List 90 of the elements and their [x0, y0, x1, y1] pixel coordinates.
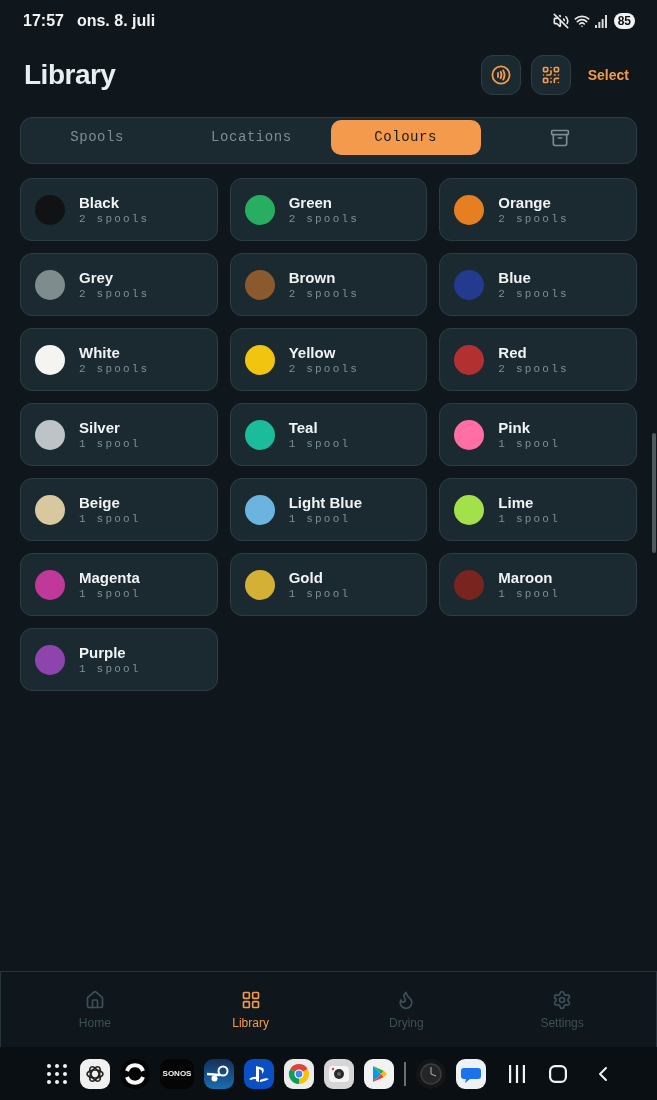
date-text: ons. 8. juli [76, 11, 156, 31]
camera-app-icon[interactable] [324, 1058, 354, 1089]
scan-tag-button[interactable] [480, 55, 521, 95]
colour-card[interactable]: Black 2 spools [20, 178, 218, 241]
archive-icon [549, 127, 570, 148]
spool-count: 2 spools [79, 286, 150, 301]
colour-name: Pink [498, 418, 531, 437]
colour-name: Silver [79, 418, 121, 437]
spool-count: 1 spool [288, 511, 352, 526]
spool-count: 1 spool [79, 436, 141, 451]
spool-count: 1 spool [498, 511, 560, 526]
qr-code-button[interactable] [530, 55, 571, 95]
colour-card[interactable]: Silver 1 spool [20, 403, 218, 466]
spool-count: 2 spools [79, 361, 150, 376]
colour-card[interactable]: Purple 1 spool [20, 628, 218, 691]
qr-code-icon [540, 65, 561, 85]
colour-card[interactable]: Teal 1 spool [229, 403, 428, 466]
wordmark-app-button[interactable]: SONOS [160, 1058, 194, 1089]
battery-percentage: 85 [613, 13, 635, 29]
colour-card[interactable]: Green 2 spools [229, 178, 428, 241]
spool-count: 1 spool [79, 661, 141, 676]
chat-bubble-app-icon[interactable] [456, 1058, 486, 1089]
tab[interactable]: Locations [176, 120, 327, 155]
colour-card[interactable]: Light Blue 1 spool [229, 478, 428, 541]
colour-name: Red [498, 343, 528, 362]
colour-card[interactable]: Maroon 1 spool [439, 553, 637, 616]
clock-time: 17:57 [23, 11, 64, 31]
colour-name: Green [288, 193, 333, 212]
emblem-app-icon[interactable] [244, 1058, 274, 1089]
colour-name: White [79, 343, 121, 362]
spool-count: 1 spool [79, 586, 141, 601]
segmented-circle-app-icon[interactable] [284, 1058, 314, 1089]
apps-grid-icon[interactable] [47, 1063, 67, 1084]
tab[interactable]: Spools [22, 120, 173, 155]
spool-count: 2 spools [288, 361, 360, 376]
colour-card[interactable]: Yellow 2 spools [229, 328, 428, 391]
colour-name: Magenta [79, 568, 141, 587]
colour-card[interactable]: Brown 2 spools [229, 253, 428, 316]
settings-icon [552, 989, 573, 1010]
spool-count: 1 spool [498, 436, 560, 451]
colour-name: Gold [288, 568, 324, 587]
atom-app-icon[interactable] [80, 1058, 110, 1089]
colour-card[interactable]: Pink 1 spool [439, 403, 637, 466]
colour-name: Yellow [288, 343, 337, 362]
recent-apps-icon[interactable] [509, 1064, 525, 1083]
ring-app-icon[interactable] [120, 1058, 150, 1089]
spool-count: 1 spool [498, 586, 560, 601]
colour-name: Orange [498, 193, 552, 212]
colour-card[interactable]: Orange 2 spools [439, 178, 637, 241]
colour-name: Teal [288, 418, 319, 437]
spool-count: 2 spools [498, 211, 569, 226]
colour-card[interactable]: Magenta 1 spool [20, 553, 218, 616]
colour-card[interactable]: Lime 1 spool [439, 478, 637, 541]
colour-card[interactable]: Red 2 spools [439, 328, 637, 391]
colour-name: Black [79, 193, 121, 212]
spool-count: 2 spools [498, 286, 569, 301]
colour-card[interactable]: Beige 1 spool [20, 478, 218, 541]
colour-name: Grey [79, 268, 115, 287]
select-button[interactable]: Select [587, 64, 629, 86]
colour-card[interactable]: Blue 2 spools [439, 253, 637, 316]
colour-card[interactable]: Gold 1 spool [229, 553, 428, 616]
grid-icon [240, 989, 261, 1010]
spool-count: 2 spools [79, 211, 150, 226]
tab[interactable]: Colours [330, 120, 481, 155]
colour-name: Purple [79, 643, 127, 662]
colour-card[interactable]: Grey 2 spools [20, 253, 218, 316]
page-title: Library [24, 58, 116, 92]
circle-waves-icon [490, 65, 511, 85]
wifi-icon [573, 13, 590, 29]
home-icon [84, 989, 105, 1010]
play-triangle-app-icon[interactable] [364, 1058, 394, 1089]
colour-name: Blue [498, 268, 532, 287]
spool-count: 2 spools [288, 211, 360, 226]
spool-count: 2 spools [288, 286, 360, 301]
spool-count: 1 spool [79, 511, 141, 526]
colour-name: Lime [498, 493, 535, 512]
colour-name: Maroon [498, 568, 554, 587]
spool-count: 2 spools [498, 361, 569, 376]
colour-card[interactable]: White 2 spools [20, 328, 218, 391]
signal-icon [594, 14, 607, 28]
muted-speaker-icon [552, 13, 569, 29]
colour-name: Light Blue [288, 493, 362, 512]
spool-count: 1 spool [288, 436, 351, 451]
nav-tab[interactable]: Library [172, 972, 329, 1047]
spool-count: 1 spool [288, 586, 351, 601]
colour-name: Beige [79, 493, 121, 512]
colour-name: Brown [288, 268, 337, 287]
watch-face-app-icon[interactable] [416, 1058, 446, 1089]
linkage-app-icon[interactable] [204, 1058, 234, 1089]
home-button-icon[interactable] [549, 1064, 567, 1083]
